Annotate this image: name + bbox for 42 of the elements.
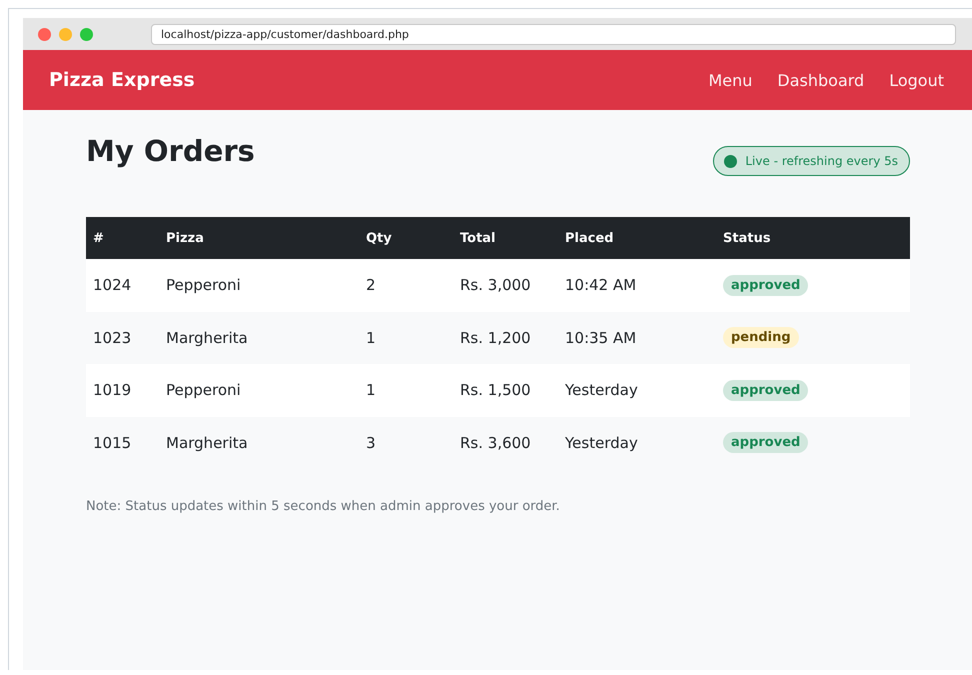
table-cell-text: Pepperoni: [166, 276, 242, 294]
table-cell-text: Rs. 3,000: [460, 276, 532, 294]
table-cell-text: Pepperoni: [166, 381, 242, 400]
table-cell-text: 1015: [93, 434, 132, 452]
column-header: #: [93, 230, 105, 246]
table-cell-text: Yesterday: [565, 434, 639, 452]
nav-link[interactable]: Menu: [708, 70, 752, 90]
note-text: Note: Status updates within 5 seconds when admin approves your order.: [86, 499, 561, 514]
status-dot-icon: [724, 154, 738, 168]
status-badge: approved: [723, 380, 808, 401]
address-bar[interactable]: localhost/pizza-app/customer/dashboard.php: [151, 24, 956, 44]
minimize-window-icon[interactable]: [59, 28, 72, 40]
status-badge: approved: [723, 432, 808, 454]
table-cell-text: Margherita: [166, 434, 249, 452]
table-cell-text: Rs. 1,500: [460, 381, 532, 400]
table-cell-text: Rs. 1,200: [460, 328, 532, 347]
maximize-window-icon[interactable]: [80, 28, 93, 40]
close-window-icon[interactable]: [38, 28, 51, 40]
column-header: Pizza: [166, 230, 205, 246]
status-badge: approved: [723, 274, 808, 296]
table-cell-text: 1023: [93, 328, 132, 347]
table-cell-text: Rs. 3,600: [460, 434, 532, 452]
table-cell-text: 1: [366, 381, 377, 400]
brand-name[interactable]: Pizza Express: [49, 69, 195, 91]
status-badge: pending: [723, 327, 799, 348]
table-cell-text: 1019: [93, 381, 132, 400]
table-cell-text: 1024: [93, 276, 132, 294]
table-cell-text: Yesterday: [565, 381, 639, 400]
column-header: Status: [723, 230, 772, 246]
table-cell-text: 2: [366, 276, 377, 294]
nav-link[interactable]: Dashboard: [777, 70, 864, 90]
column-header: Placed: [565, 230, 615, 246]
table-cell-text: 3: [366, 434, 377, 452]
table-cell-text: 10:42 AM: [565, 276, 638, 294]
table-cell-text: 1: [366, 328, 377, 347]
nav-link[interactable]: Logout: [889, 70, 944, 90]
table-cell-text: Margherita: [166, 328, 249, 347]
column-header: Qty: [366, 230, 393, 246]
live-badge-text: Live - refreshing every 5s: [745, 154, 898, 168]
page-title: My Orders: [86, 134, 255, 168]
column-header: Total: [460, 230, 497, 246]
table-cell-text: 10:35 AM: [565, 328, 638, 347]
